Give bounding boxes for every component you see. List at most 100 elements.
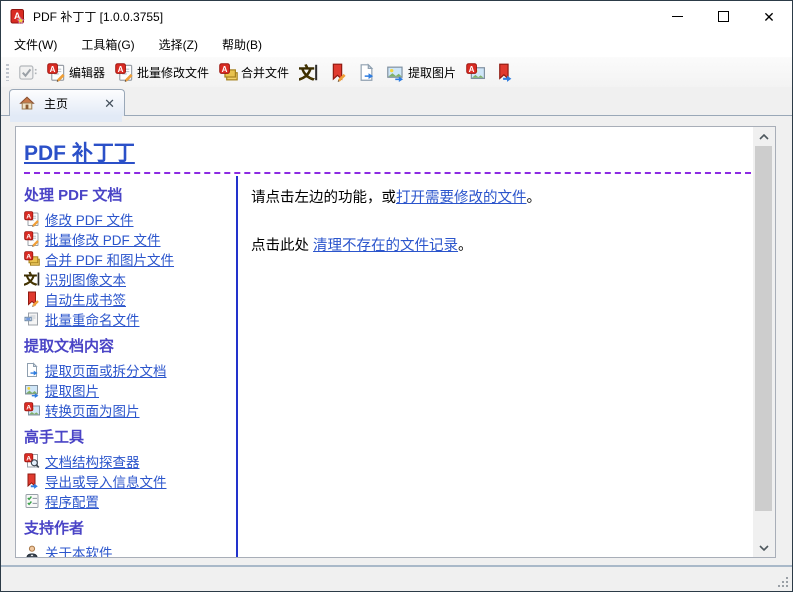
toolbar-button-batch-modify[interactable]: A批量修改文件 [111, 61, 213, 84]
home-icon [19, 95, 35, 111]
menu-item-help[interactable]: 帮助(B) [210, 32, 274, 57]
sidebar-link-modify-pdf[interactable]: 修改 PDF 文件 [45, 209, 134, 229]
clean-history-link[interactable]: 清理不存在的文件记录 [313, 238, 458, 254]
sidebar-item-auto-bookmark: 自动生成书签 [24, 289, 236, 309]
sidebar-item-about: 关于本软件 [24, 542, 236, 557]
section-header: 处理 PDF 文档 [24, 184, 236, 205]
menu-item-select[interactable]: 选择(Z) [147, 32, 210, 57]
open-file-link[interactable]: 打开需要修改的文件 [396, 190, 527, 206]
sidebar-item-doc-inspector: A 文档结构探查器 [24, 451, 236, 471]
page-title[interactable]: PDF 补丁丁 [24, 137, 751, 167]
ocr-icon: 文 [24, 271, 40, 287]
minimize-button[interactable] [654, 1, 700, 32]
scroll-down-icon[interactable] [753, 539, 775, 556]
svg-text:A: A [26, 233, 31, 240]
section-header: 高手工具 [24, 426, 236, 447]
pdf-merge-icon: A [219, 63, 238, 82]
sidebar-link-batch-rename[interactable]: 批量重命名文件 [45, 309, 140, 329]
toolbar-grip-handle[interactable] [6, 64, 9, 81]
toolbar-button-auto-bookmark[interactable] [324, 61, 351, 84]
menu-item-toolbox[interactable]: 工具箱(G) [69, 32, 146, 57]
toolbar-button-merge-files[interactable]: A 合并文件 [215, 61, 293, 84]
toolbar-button-extract-images[interactable]: 提取图片 [382, 61, 460, 84]
image-extract-icon [386, 63, 405, 82]
pdf-edit-icon: A [24, 231, 40, 247]
user-icon [24, 544, 40, 557]
sidebar-link-doc-inspector[interactable]: 文档结构探查器 [45, 451, 140, 471]
svg-text:文: 文 [24, 271, 38, 287]
sidebar-link-about[interactable]: 关于本软件 [45, 542, 113, 557]
app-icon: A [10, 9, 26, 25]
section-header: 支持作者 [24, 517, 236, 538]
welcome-panel: 请点击左边的功能，或打开需要修改的文件。 点击此处 清理不存在的文件记录。 [236, 176, 753, 557]
page-extract-icon [24, 362, 40, 378]
rename-icon [24, 311, 40, 327]
svg-text:A: A [26, 213, 31, 220]
maximize-icon [718, 11, 729, 22]
resize-grip-icon[interactable] [776, 575, 789, 588]
close-button[interactable]: ✕ [746, 1, 792, 32]
pdf-edit-icon: A [47, 63, 66, 82]
sidebar-link-render-pages[interactable]: 转换页面为图片 [45, 400, 140, 420]
status-bar [1, 565, 792, 591]
maximize-button[interactable] [700, 1, 746, 32]
pdf-to-image-icon: A [466, 63, 485, 82]
pdf-merge-icon: A [24, 251, 40, 267]
toolbar-button-ocr[interactable]: 文 [295, 61, 322, 84]
home-page: PDF 补丁丁 处理 PDF 文档A修改 PDF 文件A批量修改 PDF 文件A… [16, 127, 753, 557]
toolbar-button-select-toggle[interactable] [14, 61, 41, 84]
tab-strip: 主页 ✕ [1, 87, 792, 116]
sidebar-link-app-config[interactable]: 程序配置 [45, 491, 99, 511]
welcome-text: 请点击左边的功能，或 [251, 190, 396, 206]
toolbar-button-render-pages[interactable]: A [462, 61, 489, 84]
menu-item-file[interactable]: 文件(W) [2, 32, 69, 57]
ocr-icon: 文 [299, 63, 318, 82]
tab-close-icon[interactable]: ✕ [104, 97, 115, 110]
app-window: A PDF 补丁丁 [1.0.0.3755] ✕ 文件(W)工具箱(G)选择(Z… [0, 0, 793, 592]
scrollbar-thumb[interactable] [755, 146, 772, 511]
home-panel: PDF 补丁丁 处理 PDF 文档A修改 PDF 文件A批量修改 PDF 文件A… [15, 126, 776, 558]
welcome-line-2: 点击此处 清理不存在的文件记录。 [251, 234, 753, 255]
welcome-text: 。 [527, 190, 542, 206]
toolbar-button-label: 提取图片 [408, 64, 456, 81]
toolbar-button-extract-pages[interactable] [353, 61, 380, 84]
sidebar-link-import-export[interactable]: 导出或导入信息文件 [45, 471, 167, 491]
function-sidebar: 处理 PDF 文档 A 修改 PDF 文件 A 批量修改 PDF 文件 A 合并 PDF 和… [24, 176, 236, 557]
svg-text:A: A [50, 64, 56, 73]
sidebar-link-extract-pages[interactable]: 提取页面或拆分文档 [45, 360, 167, 380]
sidebar-item-render-pages: A 转换页面为图片 [24, 400, 236, 420]
tab-home[interactable]: 主页 ✕ [9, 89, 125, 116]
sidebar-link-extract-images[interactable]: 提取图片 [45, 380, 99, 400]
bookmark-edit-icon [328, 63, 347, 82]
image-extract-icon [24, 382, 40, 398]
minimize-icon [672, 16, 683, 17]
inspector-icon: A [24, 453, 40, 469]
bookmark-export-icon [495, 63, 514, 82]
toolbar-button-export-info[interactable] [491, 61, 518, 84]
sidebar-item-import-export: 导出或导入信息文件 [24, 471, 236, 491]
dashed-divider [24, 172, 751, 174]
sidebar-link-batch-modify[interactable]: 批量修改 PDF 文件 [45, 229, 161, 249]
svg-text:文: 文 [299, 63, 315, 82]
welcome-text: 点击此处 [251, 238, 313, 254]
sidebar-item-extract-images: 提取图片 [24, 380, 236, 400]
sidebar-item-merge-pdf-image: A 合并 PDF 和图片文件 [24, 249, 236, 269]
sidebar-link-ocr-text[interactable]: 识别图像文本 [45, 269, 126, 289]
sidebar-link-merge-pdf-image[interactable]: 合并 PDF 和图片文件 [45, 249, 174, 269]
vertical-scrollbar[interactable] [753, 127, 775, 557]
tab-label: 主页 [44, 95, 68, 112]
page-extract-icon [357, 63, 376, 82]
toolbar-button-label: 合并文件 [241, 64, 289, 81]
toolbar-button-editor[interactable]: A编辑器 [43, 61, 109, 84]
sidebar-item-modify-pdf: A 修改 PDF 文件 [24, 209, 236, 229]
config-icon [24, 493, 40, 509]
content-area: PDF 补丁丁 处理 PDF 文档A修改 PDF 文件A批量修改 PDF 文件A… [1, 122, 792, 565]
svg-text:A: A [222, 64, 228, 73]
svg-text:A: A [26, 404, 31, 411]
scroll-up-icon[interactable] [753, 128, 775, 145]
close-icon: ✕ [763, 10, 775, 24]
pdf-edit-icon: A [115, 63, 134, 82]
sidebar-item-app-config: 程序配置 [24, 491, 236, 511]
sidebar-link-auto-bookmark[interactable]: 自动生成书签 [45, 289, 126, 309]
pdf-edit-icon: A [24, 211, 40, 227]
